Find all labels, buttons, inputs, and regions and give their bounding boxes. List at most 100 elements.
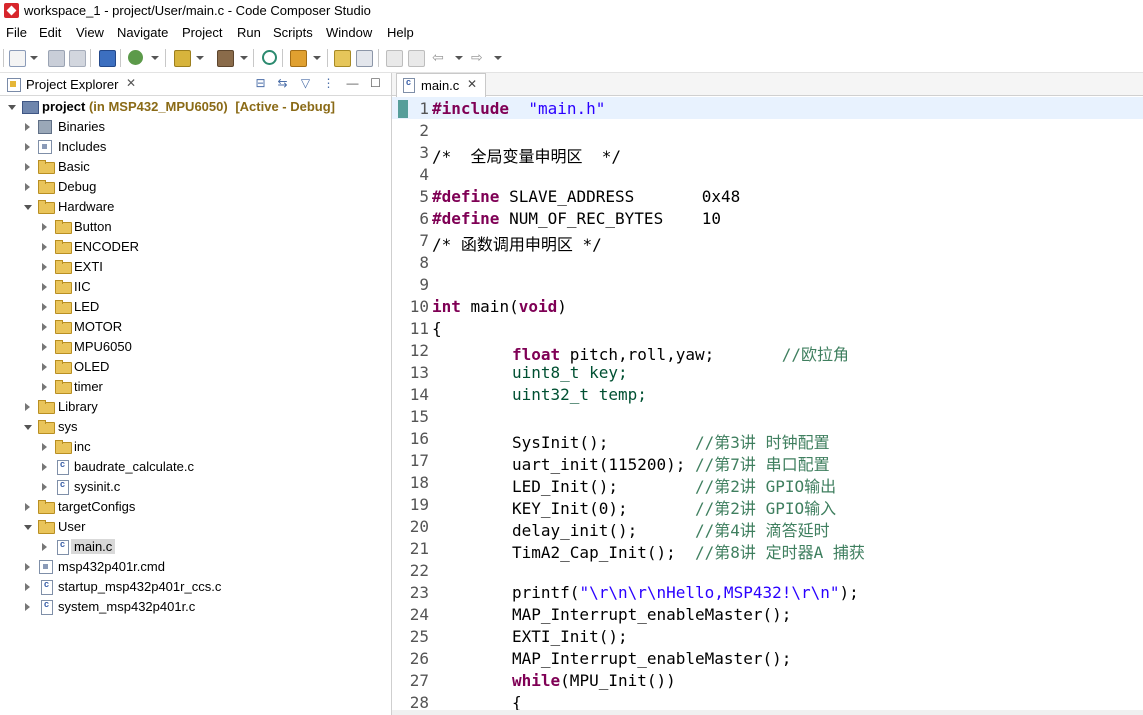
collapse-icon[interactable] [25,603,30,611]
code-line[interactable]: 1 #include "main.h" [392,97,1143,119]
menu-navigate[interactable]: Navigate [117,25,168,40]
tree-item[interactable]: sys [0,417,391,437]
code-line[interactable]: 5 #define SLAVE_ADDRESS 0x48 [392,185,1143,207]
tree-item[interactable]: Debug [0,177,391,197]
code-line[interactable]: 7 /* 函数调用申明区 */ [392,229,1143,254]
tree-item[interactable]: EXTI [0,257,391,277]
terminal-icon[interactable] [99,50,116,67]
collapse-icon[interactable] [25,583,30,591]
menu-run[interactable]: Run [237,25,261,40]
collapse-icon[interactable] [25,123,30,131]
forward-arrow-icon[interactable]: ⇨ [471,50,486,65]
code-line[interactable]: 14 uint32_t temp; [392,383,1143,405]
menu-edit[interactable]: Edit [39,25,61,40]
code-line[interactable]: 15 [392,405,1143,427]
tree-item[interactable]: Button [0,217,391,237]
code-line[interactable]: 6 #define NUM_OF_REC_BYTES 10 [392,207,1143,229]
prev-annotation-icon[interactable] [386,50,403,67]
menu-project[interactable]: Project [182,25,222,40]
horizontal-scrollbar[interactable] [392,710,1143,715]
tree-item[interactable]: Library [0,397,391,417]
collapse-icon[interactable] [42,463,47,471]
collapse-icon[interactable] [42,303,47,311]
code-line[interactable]: 17 uart_init(115200); //第7讲 串口配置 [392,449,1143,474]
code-line[interactable]: 21 TimA2_Cap_Init(); //第8讲 定时器A 捕获 [392,537,1143,562]
tree-item[interactable]: targetConfigs [0,497,391,517]
code-line[interactable]: 10 int main(void) [392,295,1143,317]
collapse-icon[interactable] [25,503,30,511]
tree-item-selected[interactable]: main.c [0,537,391,557]
build-hammer-icon[interactable] [217,50,234,67]
expand-icon[interactable] [24,525,32,530]
flash-icon[interactable] [174,50,191,67]
code-line[interactable]: 11 { [392,317,1143,339]
new-icon[interactable] [9,50,26,67]
collapse-icon[interactable] [42,443,47,451]
open-perspective-icon[interactable] [334,50,351,67]
link-editor-icon[interactable]: ⇆ [276,77,289,90]
collapse-icon[interactable] [25,563,30,571]
filter-icon[interactable]: ▽ [299,77,312,90]
code-line[interactable]: 12 float pitch,roll,yaw; //欧拉角 [392,339,1143,364]
tree-item[interactable]: baudrate_calculate.c [0,457,391,477]
code-line[interactable]: 2 [392,119,1143,141]
tab-main-c[interactable]: main.c ✕ [396,73,486,97]
collapse-icon[interactable] [25,403,30,411]
back-dropdown-icon[interactable] [455,56,463,60]
menu-help[interactable]: Help [387,25,414,40]
code-line[interactable]: 26 MAP_Interrupt_enableMaster(); [392,647,1143,669]
search-icon[interactable] [262,50,277,65]
flash-dropdown-icon[interactable] [196,56,204,60]
tree-item[interactable]: inc [0,437,391,457]
forward-dropdown-icon[interactable] [494,56,502,60]
tree-item[interactable]: system_msp432p401r.c [0,597,391,617]
menu-file[interactable]: File [6,25,27,40]
tree-item[interactable]: startup_msp432p401r_ccs.c [0,577,391,597]
code-line[interactable]: 13 uint8_t key; [392,361,1143,383]
tree-item[interactable]: LED [0,297,391,317]
code-line[interactable]: 8 [392,251,1143,273]
code-line[interactable]: 16 SysInit(); //第3讲 时钟配置 [392,427,1143,452]
tools-icon[interactable] [290,50,307,67]
debug-icon[interactable] [128,50,143,65]
tree-item[interactable]: Basic [0,157,391,177]
collapse-icon[interactable] [42,383,47,391]
code-line[interactable]: 22 [392,559,1143,581]
collapse-icon[interactable] [42,283,47,291]
code-line[interactable]: 25 EXTI_Init(); [392,625,1143,647]
tools-dropdown-icon[interactable] [313,56,321,60]
back-arrow-icon[interactable]: ⇦ [432,50,447,65]
tree-item[interactable]: MOTOR [0,317,391,337]
save-icon[interactable] [48,50,65,67]
tree-item[interactable]: Hardware [0,197,391,217]
collapse-icon[interactable] [42,243,47,251]
tree-project[interactable]: project (in MSP432_MPU6050) [Active - De… [0,97,391,117]
code-line[interactable]: 19 KEY_Init(0); //第2讲 GPIO输入 [392,493,1143,518]
minimize-icon[interactable]: — [346,77,359,90]
toggle-mark-icon[interactable] [356,50,373,67]
tree-item[interactable]: Binaries [0,117,391,137]
save-all-icon[interactable] [69,50,86,67]
collapse-icon[interactable] [42,343,47,351]
tree-item[interactable]: User [0,517,391,537]
tree-item[interactable]: timer [0,377,391,397]
next-annotation-icon[interactable] [408,50,425,67]
collapse-icon[interactable] [25,143,30,151]
collapse-icon[interactable] [42,543,47,551]
expand-icon[interactable] [24,425,32,430]
collapse-all-icon[interactable]: ⊟ [254,77,267,90]
tree-item[interactable]: OLED [0,357,391,377]
code-line[interactable]: 18 LED_Init(); //第2讲 GPIO输出 [392,471,1143,496]
maximize-icon[interactable]: ☐ [369,77,382,90]
tab-project-explorer[interactable]: Project Explorer ✕ [2,73,136,95]
menu-view[interactable]: View [76,25,104,40]
tree-item[interactable]: IIC [0,277,391,297]
build-dropdown-icon[interactable] [240,56,248,60]
collapse-icon[interactable] [25,163,30,171]
code-area[interactable]: 1 #include "main.h" 2 3 /* 全局变量申明区 */ 4 … [392,97,1143,715]
code-line[interactable]: 3 /* 全局变量申明区 */ [392,141,1143,166]
code-line[interactable]: 4 [392,163,1143,185]
expand-icon[interactable] [8,105,16,110]
tree-item[interactable]: sysinit.c [0,477,391,497]
collapse-icon[interactable] [42,263,47,271]
